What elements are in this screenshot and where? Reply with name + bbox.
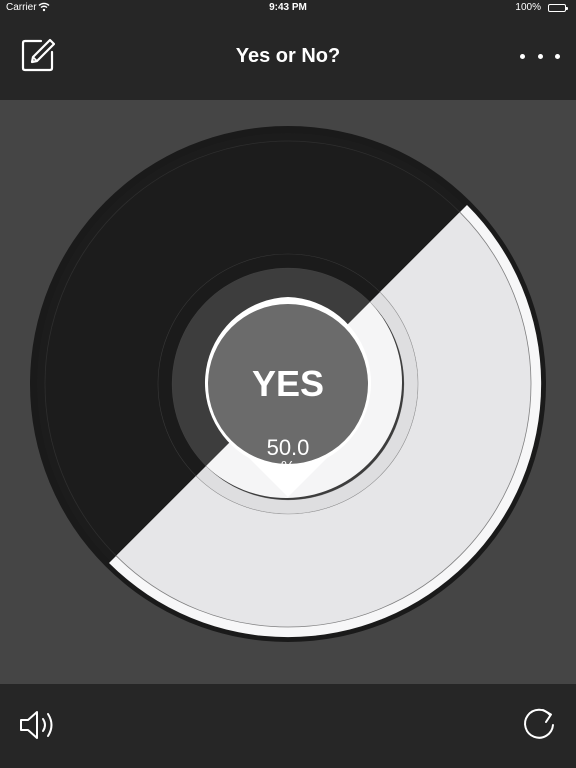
nav-bar: Yes or No? [0,16,576,100]
speaker-icon [20,711,53,739]
percent-value: 50.0 [266,435,310,460]
refresh-button[interactable] [520,706,558,744]
bottom-toolbar [0,684,576,768]
more-icon [520,53,525,59]
percent-sign: % [280,459,296,476]
refresh-icon [524,708,554,739]
battery-icon [548,4,568,12]
more-options-button[interactable] [520,50,560,62]
battery-percent: 100% [515,2,541,13]
sound-button[interactable] [18,708,60,742]
clock: 9:43 PM [269,2,307,13]
answer-label: YES [251,363,325,404]
page-title: Yes or No? [235,45,341,67]
status-bar: Carrier 9:43 PM 100% [0,0,576,16]
